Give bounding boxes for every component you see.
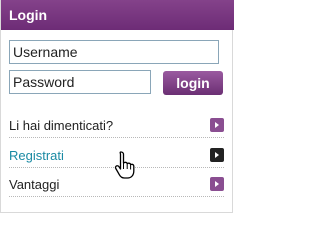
hand-pointer-icon	[114, 151, 135, 179]
login-panel: Login login Li hai dimenticati? Registra…	[0, 0, 234, 213]
login-title: Login	[9, 7, 48, 23]
username-input[interactable]	[9, 40, 219, 64]
login-header: Login	[1, 0, 234, 30]
register-label[interactable]: Registrati	[9, 148, 64, 163]
login-button[interactable]: login	[163, 71, 223, 95]
forgot-credentials-label[interactable]: Li hai dimenticati?	[9, 118, 113, 133]
arrow-right-icon[interactable]	[210, 177, 224, 191]
benefits-label[interactable]: Vantaggi	[9, 177, 59, 192]
forgot-credentials-link[interactable]: Li hai dimenticati?	[9, 113, 224, 138]
arrow-right-icon[interactable]	[210, 148, 224, 162]
arrow-right-icon[interactable]	[210, 118, 224, 132]
password-input[interactable]	[9, 70, 151, 94]
